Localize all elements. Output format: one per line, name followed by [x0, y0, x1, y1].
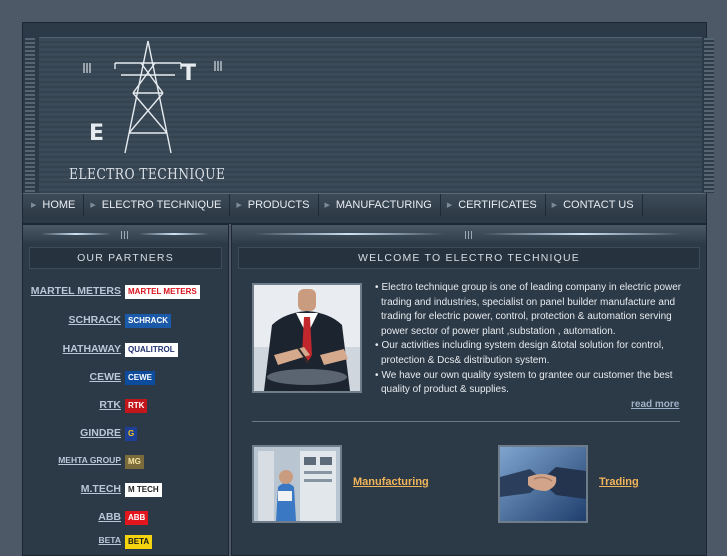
panel-top-bar: [23, 225, 228, 243]
partner-item[interactable]: CEWE CEWE: [23, 371, 228, 391]
partner-logo[interactable]: G: [125, 427, 138, 441]
welcome-paragraph: Electro technique group is one of leadin…: [372, 281, 688, 339]
partner-name[interactable]: RTK: [99, 399, 121, 411]
welcome-panel: WELCOME TO ELECTRO TECHNIQUE Electro tec…: [231, 224, 707, 556]
nav-arrow-icon: ▶: [446, 202, 453, 209]
partner-item[interactable]: RTK RTK: [23, 399, 228, 419]
nav-label: CONTACT US: [563, 199, 634, 211]
panel-grip-icon: [121, 231, 129, 239]
partner-logo[interactable]: ABB: [125, 511, 149, 525]
partner-item[interactable]: MARTEL METERS MARTEL METERS: [23, 285, 228, 305]
partner-logo[interactable]: M TECH: [125, 483, 162, 497]
nav-arrow-icon: ▶: [90, 202, 96, 209]
partner-name[interactable]: MEHTA GROUP: [58, 455, 121, 465]
partner-logo[interactable]: SCHRACK: [125, 314, 171, 328]
main-nav: ▶ HOME ▶ ELECTRO TECHNIQUE ▶ PRODUCTS ▶ …: [23, 193, 706, 216]
partner-name[interactable]: CEWE: [90, 371, 122, 383]
partners-panel: OUR PARTNERS MARTEL METERS MARTEL METERS S…: [22, 224, 229, 556]
partner-name[interactable]: SCHRACK: [69, 314, 122, 326]
partner-logo[interactable]: CEWE: [125, 371, 155, 385]
partner-logo[interactable]: RTK: [125, 399, 148, 413]
partner-item[interactable]: M.TECH M TECH: [23, 483, 228, 503]
nav-label: MANUFACTURING: [335, 199, 432, 211]
nav-label: HOME: [42, 199, 76, 211]
panel-glow: [254, 233, 444, 235]
partner-logo[interactable]: QUALITROL: [125, 343, 178, 357]
welcome-text: Electro technique group is one of leadin…: [372, 281, 688, 398]
nav-arrow-icon: ▶: [31, 202, 37, 209]
logo-letter-t: T: [181, 61, 197, 86]
nav-certificates[interactable]: ▶ CERTIFICATES: [441, 194, 546, 216]
partner-name[interactable]: MARTEL METERS: [31, 285, 121, 297]
partner-name[interactable]: HATHAWAY: [63, 343, 121, 355]
trading-image[interactable]: [498, 445, 588, 523]
partners-title: OUR PARTNERS: [29, 247, 222, 269]
welcome-paragraph: We have our own quality system to grante…: [372, 369, 688, 398]
nav-arrow-icon: ▶: [551, 202, 558, 209]
nav-label: CERTIFICATES: [458, 199, 537, 211]
nav-arrow-icon: ▶: [236, 202, 242, 209]
manufacturing-link[interactable]: Manufacturing: [353, 476, 429, 488]
banner-edge-left: [25, 38, 35, 193]
read-more-link[interactable]: read more: [631, 399, 679, 410]
nav-home[interactable]: ▶ HOME: [23, 194, 85, 216]
panel-grip-icon: [465, 231, 473, 239]
partner-logo[interactable]: BETA: [125, 535, 153, 549]
welcome-paragraph: Our activities including system design &…: [372, 339, 688, 368]
partner-logo[interactable]: MARTEL METERS: [125, 285, 200, 299]
panel-glow: [482, 233, 682, 235]
panel-glow: [41, 233, 111, 235]
partner-name[interactable]: ABB: [98, 511, 121, 523]
partner-name[interactable]: GINDRE: [80, 427, 121, 439]
nav-products[interactable]: ▶ PRODUCTS: [230, 194, 319, 216]
panel-glow: [139, 233, 209, 235]
header-frame: E T ELECTRO TECHNIQUE ▶ HOME ▶ ELECTRO T…: [22, 22, 714, 224]
nav-electro-technique[interactable]: ▶ ELECTRO TECHNIQUE: [84, 194, 231, 216]
manufacturing-image[interactable]: [252, 445, 342, 523]
nav-contact-us[interactable]: ▶ CONTACT US: [546, 194, 643, 216]
nav-arrow-icon: ▶: [324, 202, 330, 209]
partner-item[interactable]: BETA BETA: [23, 535, 228, 555]
businessman-image: [252, 283, 362, 393]
nav-label: PRODUCTS: [247, 199, 310, 211]
trading-link[interactable]: Trading: [599, 476, 639, 488]
logo-letter-e: E: [89, 121, 105, 146]
partner-logo[interactable]: MG: [125, 455, 144, 469]
nav-manufacturing[interactable]: ▶ MANUFACTURING: [319, 194, 441, 216]
welcome-title: WELCOME TO ELECTRO TECHNIQUE: [238, 247, 700, 269]
panel-top-bar: [232, 225, 706, 243]
partner-name[interactable]: M.TECH: [81, 483, 121, 495]
partner-item[interactable]: GINDRE G: [23, 427, 228, 447]
partner-item[interactable]: MEHTA GROUP MG: [23, 455, 228, 475]
partner-item[interactable]: ABB ABB: [23, 511, 228, 531]
banner-edge-right: [704, 38, 714, 193]
partner-item[interactable]: HATHAWAY QUALITROL: [23, 343, 228, 363]
nav-label: ELECTRO TECHNIQUE: [101, 199, 222, 211]
logo-text: ELECTRO TECHNIQUE: [69, 165, 226, 183]
partner-item[interactable]: SCHRACK SCHRACK: [23, 314, 228, 334]
section-divider: [252, 421, 680, 422]
partner-name[interactable]: BETA: [98, 535, 121, 545]
tower-logo-icon: [83, 40, 222, 154]
